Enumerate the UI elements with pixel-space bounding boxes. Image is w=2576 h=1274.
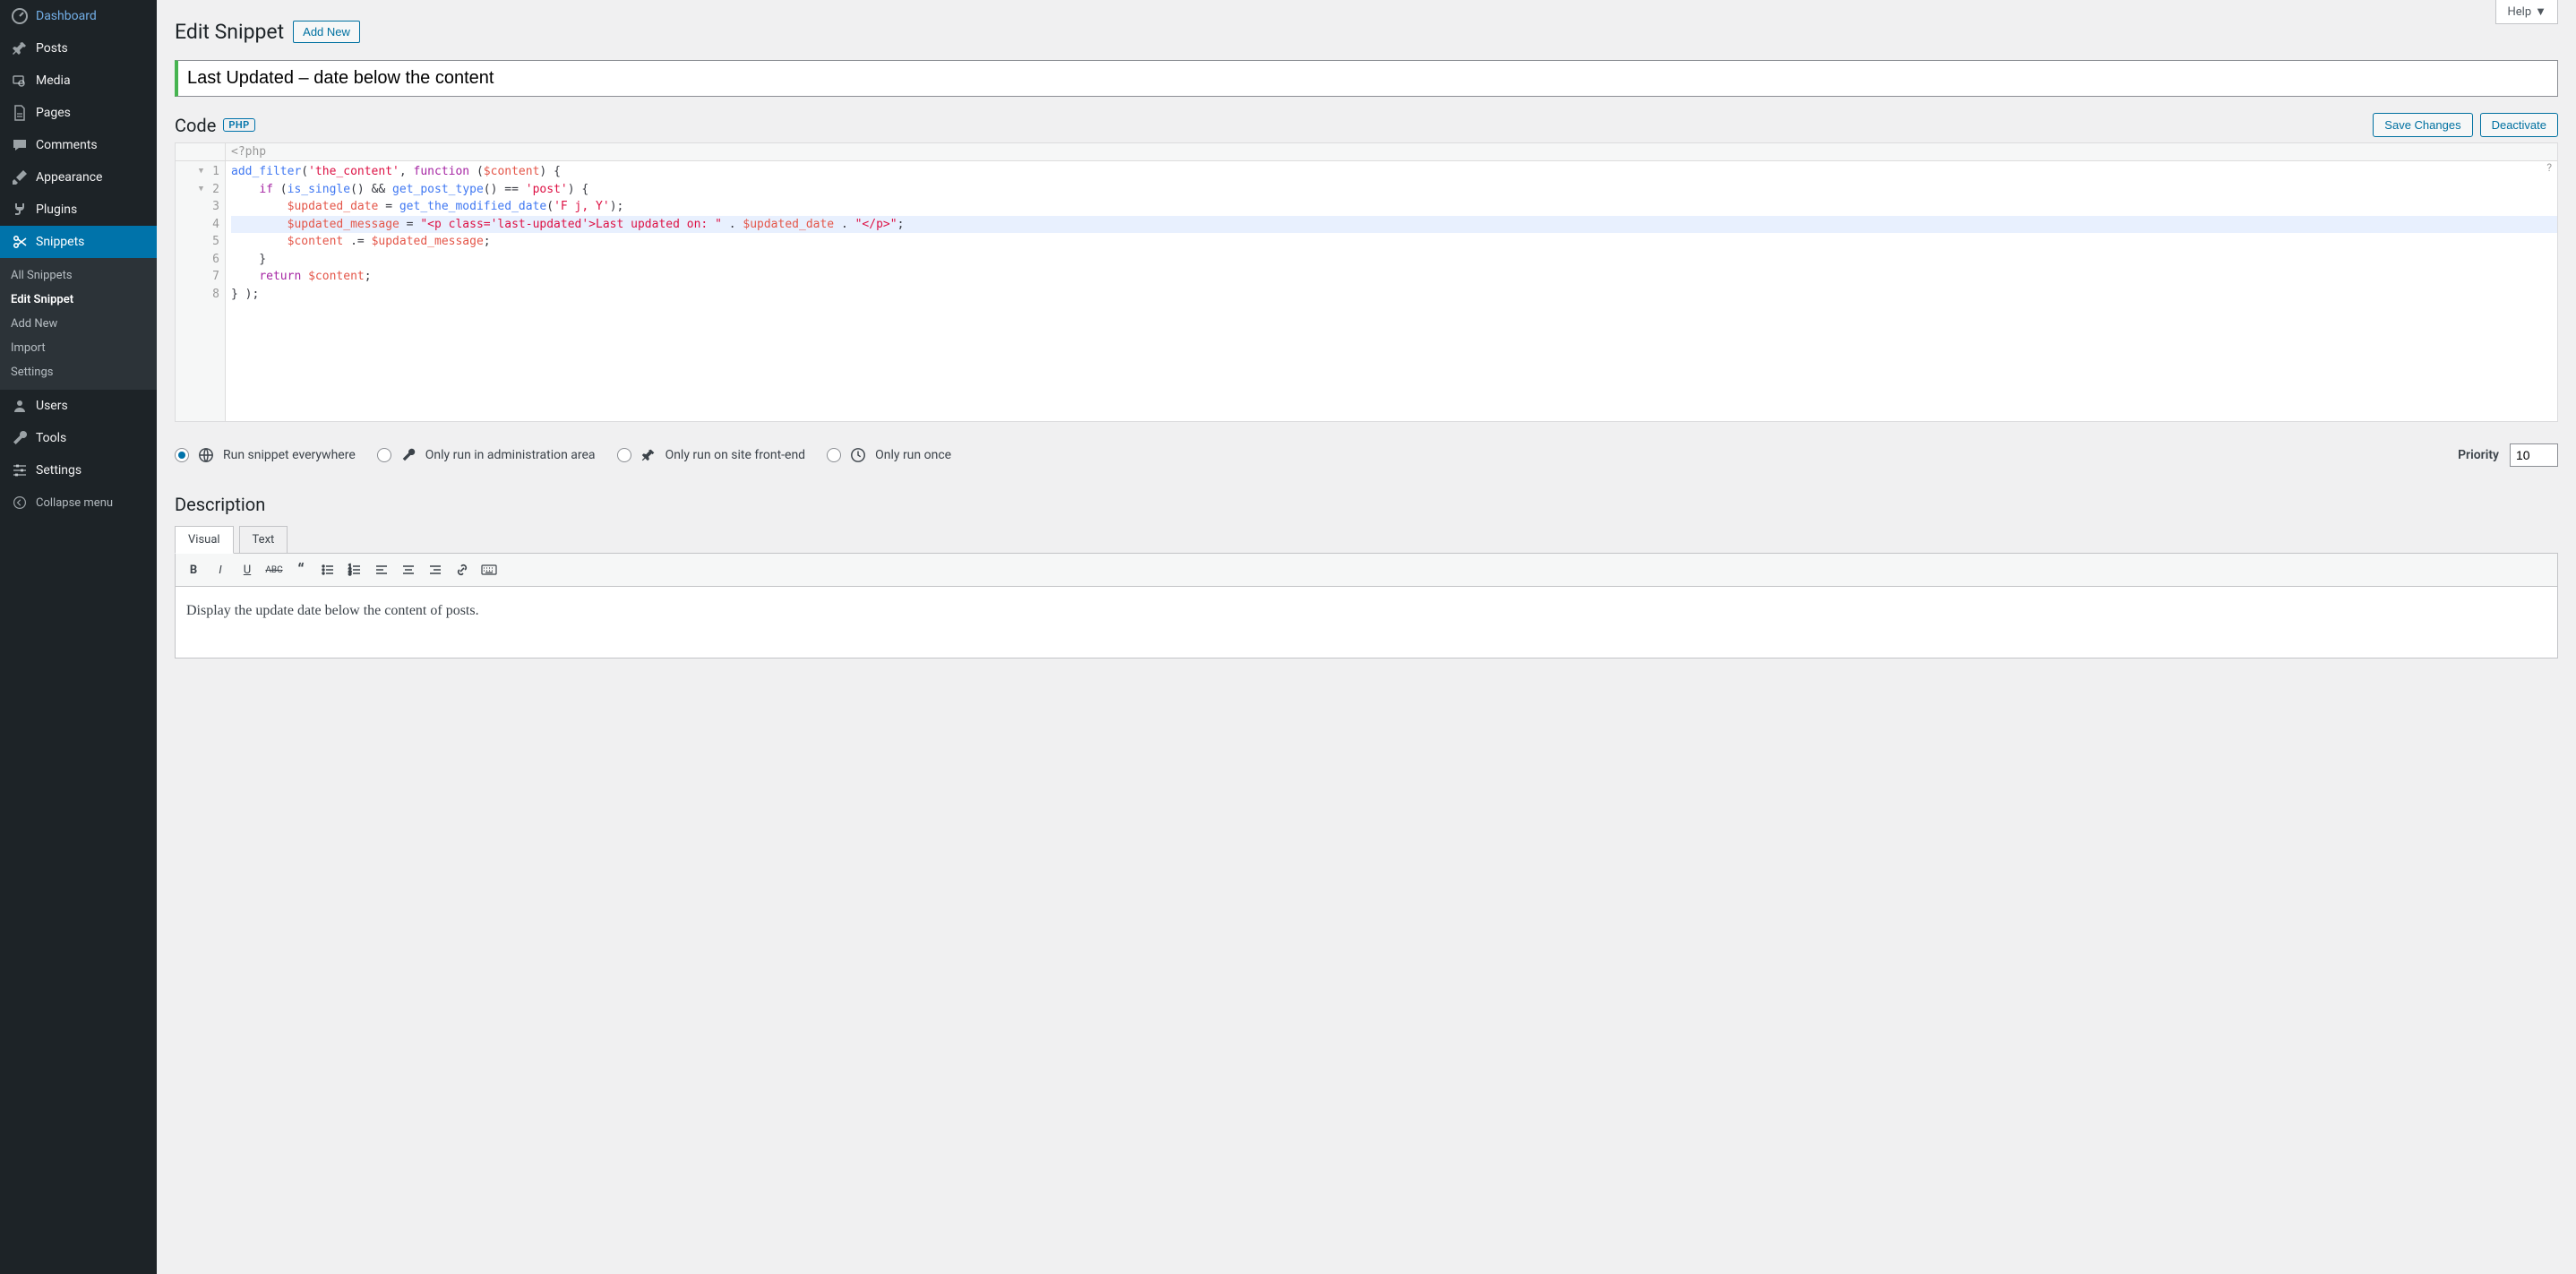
description-text: Display the update date below the conten… [186,603,479,618]
admin-sidebar: Dashboard Posts Media Pages Comments [0,0,157,1274]
dashboard-icon [11,7,29,25]
scope-label: Only run in administration area [425,448,596,462]
collapse-icon [11,494,29,512]
scope-label: Only run once [875,448,951,462]
submenu-add-new[interactable]: Add New [0,312,157,336]
plug-icon [11,201,29,219]
chevron-down-icon: ▼ [2535,4,2546,19]
sidebar-item-snippets[interactable]: Snippets [0,226,157,258]
media-icon [11,72,29,90]
sidebar-item-settings[interactable]: Settings [0,454,157,486]
sidebar-item-tools[interactable]: Tools [0,422,157,454]
editor-help-icon[interactable]: ? [2546,161,2552,174]
php-badge: PHP [223,118,254,132]
sidebar-item-label: Media [36,73,71,88]
priority-input[interactable] [2510,443,2558,467]
align-right-button[interactable] [423,557,448,582]
sidebar-item-dashboard[interactable]: Dashboard [0,0,157,32]
pin-icon [640,447,657,463]
sidebar-item-label: Appearance [36,170,102,185]
collapse-menu-button[interactable]: Collapse menu [0,486,157,519]
sidebar-item-pages[interactable]: Pages [0,97,157,129]
scope-frontend[interactable]: Only run on site front-end [617,447,806,463]
code-heading: Code [175,115,216,136]
quote-button[interactable]: “ [288,557,313,582]
scope-options: Run snippet everywhere Only run in admin… [175,447,951,463]
submenu-settings[interactable]: Settings [0,360,157,384]
line-gutter: ▼1 ▼2 3 4 5 6 7 8 [176,161,226,421]
keyboard-button[interactable] [477,557,502,582]
sliders-icon [11,461,29,479]
sidebar-item-label: Dashboard [36,9,97,23]
scope-once[interactable]: Only run once [827,447,951,463]
editor-toolbar: B I U ABC “ 123 [175,553,2558,587]
sidebar-item-plugins[interactable]: Plugins [0,194,157,226]
align-left-button[interactable] [369,557,394,582]
sidebar-item-label: Comments [36,138,98,152]
sidebar-item-media[interactable]: Media [0,65,157,97]
add-new-button[interactable]: Add New [293,21,360,43]
strike-button[interactable]: ABC [262,557,287,582]
wrench-icon [400,447,416,463]
radio-icon [827,448,841,462]
radio-checked-icon [175,448,189,462]
page-title: Edit Snippet [175,20,284,44]
editor-tabs: Visual Text [175,526,2558,553]
align-center-button[interactable] [396,557,421,582]
submenu-import[interactable]: Import [0,336,157,360]
italic-button[interactable]: I [208,557,233,582]
clock-icon [850,447,866,463]
radio-icon [377,448,391,462]
radio-icon [617,448,631,462]
scope-label: Only run on site front-end [665,448,806,462]
user-icon [11,397,29,415]
comment-icon [11,136,29,154]
code-prefix: <?php [226,143,271,160]
description-heading: Description [175,494,2558,515]
deactivate-button[interactable]: Deactivate [2480,113,2558,137]
scissors-icon [11,233,29,251]
sidebar-item-label: Plugins [36,202,77,217]
tab-visual[interactable]: Visual [175,526,234,554]
scope-label: Run snippet everywhere [223,448,356,462]
sidebar-item-label: Settings [36,463,82,478]
sidebar-item-label: Posts [36,41,68,56]
submenu-edit-snippet[interactable]: Edit Snippet [0,288,157,312]
snippet-title-input[interactable] [175,60,2558,97]
sidebar-item-posts[interactable]: Posts [0,32,157,65]
main-content: Help ▼ Edit Snippet Add New Code PHP Sav… [157,0,2576,1274]
sidebar-item-label: Users [36,399,68,413]
sidebar-item-appearance[interactable]: Appearance [0,161,157,194]
priority-label: Priority [2458,448,2499,462]
underline-button[interactable]: U [235,557,260,582]
code-lines[interactable]: add_filter('the_content', function ($con… [226,161,2557,421]
sidebar-item-label: Snippets [36,235,84,249]
submenu-all-snippets[interactable]: All Snippets [0,263,157,288]
page-icon [11,104,29,122]
scope-admin[interactable]: Only run in administration area [377,447,596,463]
code-editor[interactable]: <?php ▼1 ▼2 3 4 5 6 7 8 add_filter('the_… [175,142,2558,422]
ol-button[interactable]: 123 [342,557,367,582]
snippets-submenu: All Snippets Edit Snippet Add New Import… [0,258,157,390]
collapse-label: Collapse menu [36,496,113,510]
tab-text[interactable]: Text [239,526,288,554]
sidebar-item-comments[interactable]: Comments [0,129,157,161]
link-button[interactable] [450,557,475,582]
svg-text:3: 3 [348,571,351,577]
description-editor[interactable]: Display the update date below the conten… [175,587,2558,659]
brush-icon [11,168,29,186]
wrench-icon [11,429,29,447]
globe-icon [198,447,214,463]
help-label: Help [2507,5,2531,19]
scope-everywhere[interactable]: Run snippet everywhere [175,447,356,463]
bold-button[interactable]: B [181,557,206,582]
pin-icon [11,39,29,57]
sidebar-item-users[interactable]: Users [0,390,157,422]
save-changes-button[interactable]: Save Changes [2373,113,2472,137]
help-tab[interactable]: Help ▼ [2495,0,2558,24]
sidebar-item-label: Pages [36,106,71,120]
ul-button[interactable] [315,557,340,582]
sidebar-item-label: Tools [36,431,66,445]
